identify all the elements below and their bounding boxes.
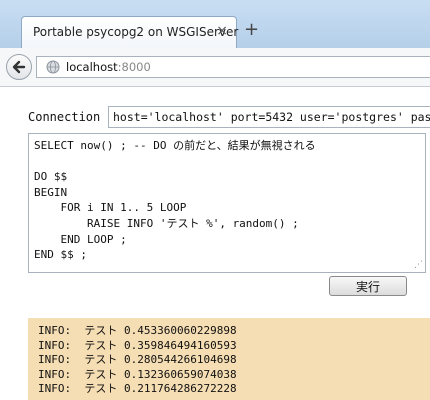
- output-line: INFO: テスト 0.211764286272228: [38, 382, 237, 396]
- url-text: localhost:8000: [66, 60, 151, 74]
- output-line: INFO: テスト 0.280544266104698: [38, 353, 237, 367]
- back-button[interactable]: [6, 54, 32, 80]
- output-line: INFO: テスト 0.132360659074038: [38, 367, 237, 381]
- connection-input[interactable]: [108, 106, 430, 128]
- url-host: localhost: [66, 60, 118, 74]
- globe-icon: [46, 60, 60, 74]
- title-bar: Portable psycopg2 on WSGIServer × +: [0, 0, 430, 48]
- url-port: :8000: [117, 60, 151, 74]
- sql-textarea[interactable]: SELECT now() ; -- DO の前だと、結果が無視される DO $$…: [28, 133, 426, 273]
- run-button[interactable]: 実行: [329, 276, 407, 296]
- toolbar: localhost:8000: [0, 48, 430, 87]
- output-panel: INFO: テスト 0.453360060229898 INFO: テスト 0.…: [28, 318, 430, 400]
- new-tab-icon[interactable]: +: [244, 20, 259, 40]
- tab-title: Portable psycopg2 on WSGIServer: [33, 25, 239, 39]
- output-line: INFO: テスト 0.453360060229898: [38, 324, 237, 337]
- close-tab-icon[interactable]: ×: [216, 23, 228, 39]
- connection-label: Connection :: [28, 110, 115, 124]
- browser-tab[interactable]: Portable psycopg2 on WSGIServer ×: [21, 16, 239, 48]
- back-arrow-icon: [12, 60, 26, 74]
- output-line: INFO: テスト 0.359846494160593: [38, 338, 237, 352]
- resize-grip-icon[interactable]: ⋰: [414, 261, 423, 270]
